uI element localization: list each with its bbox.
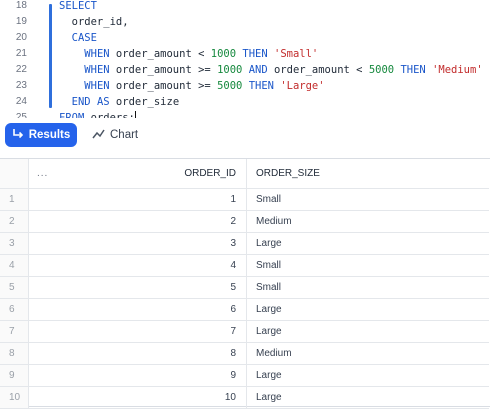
order-id-cell[interactable]: 3 bbox=[29, 233, 247, 255]
line-number: 18 bbox=[15, 0, 27, 11]
code-line[interactable]: 23 WHEN order_amount >= 5000 THEN 'Large… bbox=[0, 78, 490, 94]
result-tabs: Results Chart bbox=[0, 120, 490, 150]
table-row[interactable]: 2 2 Medium bbox=[0, 211, 490, 233]
table-row[interactable]: 4 4 Small bbox=[0, 255, 490, 277]
order-size-cell[interactable]: Small bbox=[247, 189, 489, 211]
tab-chart[interactable]: Chart bbox=[88, 123, 148, 147]
table-row[interactable]: 5 5 Small bbox=[0, 277, 490, 299]
code-line[interactable]: 20 CASE bbox=[0, 30, 490, 46]
row-index: 7 bbox=[0, 321, 29, 343]
order-id-cell[interactable]: 7 bbox=[29, 321, 247, 343]
order-size-cell[interactable]: Small bbox=[247, 277, 489, 299]
code-text: WHEN order_amount >= 5000 THEN 'Large' bbox=[84, 80, 325, 92]
code-line[interactable]: 19 order_id, bbox=[0, 14, 490, 30]
row-index: 6 bbox=[0, 299, 29, 321]
code-line[interactable]: 25 FROM orders; bbox=[0, 110, 490, 118]
table-row[interactable]: 10 10 Large bbox=[0, 387, 490, 409]
column-options-menu[interactable]: ... bbox=[37, 168, 48, 179]
line-number: 24 bbox=[15, 96, 27, 107]
code-text: CASE bbox=[71, 32, 97, 44]
order-size-cell[interactable]: Medium bbox=[247, 211, 489, 233]
order-id-cell[interactable]: 4 bbox=[29, 255, 247, 277]
sql-editor[interactable]: 18 SELECT 19 order_id, 20 CASE 21 WHEN order… bbox=[0, 0, 490, 118]
row-index: 1 bbox=[0, 189, 29, 211]
order-id-cell[interactable]: 5 bbox=[29, 277, 247, 299]
order-id-cell[interactable]: 9 bbox=[29, 365, 247, 387]
column-header-order-size[interactable]: ORDER_SIZE bbox=[247, 159, 489, 189]
row-index: 5 bbox=[0, 277, 29, 299]
order-id-cell[interactable]: 2 bbox=[29, 211, 247, 233]
grid-header: ORDER_ID ORDER_SIZE bbox=[0, 159, 490, 189]
code-line[interactable]: 22 WHEN order_amount >= 1000 AND order_a… bbox=[0, 62, 490, 78]
column-header-order-id[interactable]: ORDER_ID bbox=[29, 159, 247, 189]
row-index: 9 bbox=[0, 365, 29, 387]
code-text: FROM orders; bbox=[59, 110, 136, 118]
table-row[interactable]: 1 1 Small bbox=[0, 189, 490, 211]
code-text: order_id, bbox=[59, 16, 129, 28]
row-index: 2 bbox=[0, 211, 29, 233]
text-cursor bbox=[134, 111, 136, 118]
line-number: 21 bbox=[15, 48, 27, 59]
row-index: 4 bbox=[0, 255, 29, 277]
order-size-cell[interactable]: Large bbox=[247, 365, 489, 387]
tab-results-label: Results bbox=[28, 129, 71, 141]
tab-results[interactable]: Results bbox=[5, 123, 77, 147]
code-text: WHEN order_amount >= 1000 AND order_amou… bbox=[84, 64, 483, 76]
line-number: 22 bbox=[15, 64, 27, 75]
table-row[interactable]: 9 9 Large bbox=[0, 365, 490, 387]
order-size-cell[interactable]: Large bbox=[247, 387, 489, 409]
code-text: WHEN order_amount < 1000 THEN 'Small' bbox=[84, 48, 319, 60]
line-number: 19 bbox=[15, 16, 27, 27]
line-number: 23 bbox=[15, 80, 27, 91]
results-grid: ORDER_ID ORDER_SIZE ... 1 1 Small 2 2 Medium 3… bbox=[0, 158, 490, 409]
code-line[interactable]: 18 SELECT bbox=[0, 0, 490, 14]
row-index: 8 bbox=[0, 343, 29, 365]
order-size-cell[interactable]: Medium bbox=[247, 343, 489, 365]
order-id-cell[interactable]: 1 bbox=[29, 189, 247, 211]
line-number: 25 bbox=[15, 112, 27, 118]
order-id-cell[interactable]: 8 bbox=[29, 343, 247, 365]
return-arrow-icon bbox=[12, 128, 24, 143]
order-id-cell[interactable]: 10 bbox=[29, 387, 247, 409]
order-size-cell[interactable]: Large bbox=[247, 321, 489, 343]
line-number: 20 bbox=[15, 32, 27, 43]
trend-line-icon bbox=[92, 128, 105, 143]
code-line[interactable]: 21 WHEN order_amount < 1000 THEN 'Small' bbox=[0, 46, 490, 62]
table-row[interactable]: 6 6 Large bbox=[0, 299, 490, 321]
order-size-cell[interactable]: Large bbox=[247, 299, 489, 321]
order-size-cell[interactable]: Small bbox=[247, 255, 489, 277]
code-text: END AS order_size bbox=[71, 96, 180, 108]
tab-chart-label: Chart bbox=[110, 129, 139, 141]
table-row[interactable]: 7 7 Large bbox=[0, 321, 490, 343]
row-index: 10 bbox=[0, 387, 29, 409]
order-id-cell[interactable]: 6 bbox=[29, 299, 247, 321]
row-index-header bbox=[0, 159, 29, 189]
table-row[interactable]: 3 3 Large bbox=[0, 233, 490, 255]
table-row[interactable]: 8 8 Medium bbox=[0, 343, 490, 365]
code-line[interactable]: 24 END AS order_size bbox=[0, 94, 490, 110]
code-text: SELECT bbox=[59, 0, 97, 12]
order-size-cell[interactable]: Large bbox=[247, 233, 489, 255]
row-index: 3 bbox=[0, 233, 29, 255]
